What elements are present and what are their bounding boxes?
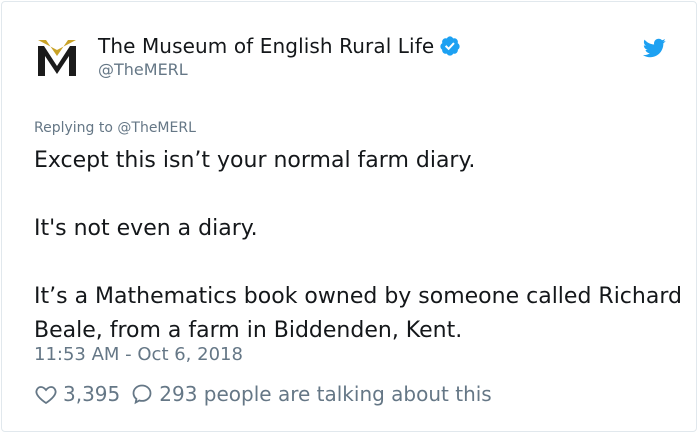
avatar[interactable]: [34, 35, 80, 81]
tweet-paragraph: Except this isn’t your normal farm diary…: [34, 148, 476, 173]
replying-to: Replying to @TheMERL: [34, 120, 196, 136]
tweet-text: Except this isn’t your normal farm diary…: [34, 144, 684, 348]
tweet-timestamp[interactable]: 11:53 AM - Oct 6, 2018: [34, 344, 243, 365]
talking-link[interactable]: 293 people are talking about this: [130, 382, 492, 406]
author-handle[interactable]: @TheMERL: [98, 59, 461, 81]
merl-logo-icon: [38, 40, 76, 76]
like-button[interactable]: 3,395: [34, 382, 130, 406]
display-name[interactable]: The Museum of English Rural Life: [98, 34, 434, 58]
heart-icon: [35, 386, 57, 405]
display-name-row: The Museum of English Rural Life: [98, 34, 461, 58]
verified-badge-icon: [439, 35, 461, 57]
tweet-card: The Museum of English Rural Life @TheMER…: [1, 1, 697, 432]
like-count: 3,395: [63, 382, 121, 406]
replying-handle-link[interactable]: @TheMERL: [117, 120, 196, 136]
replying-prefix: Replying to: [34, 120, 113, 136]
talking-count: 293 people are talking about this: [159, 382, 492, 406]
tweet-header: The Museum of English Rural Life @TheMER…: [34, 32, 461, 82]
tweet-paragraph: It's not even a diary.: [34, 216, 258, 241]
speech-bubble-icon: [132, 384, 152, 405]
author-names: The Museum of English Rural Life @TheMER…: [98, 34, 461, 81]
tweet-paragraph: It’s a Mathematics book owned by someone…: [34, 284, 682, 343]
tweet-actions: 3,395 293 people are talking about this: [34, 379, 492, 409]
twitter-bird-icon[interactable]: [642, 36, 666, 60]
